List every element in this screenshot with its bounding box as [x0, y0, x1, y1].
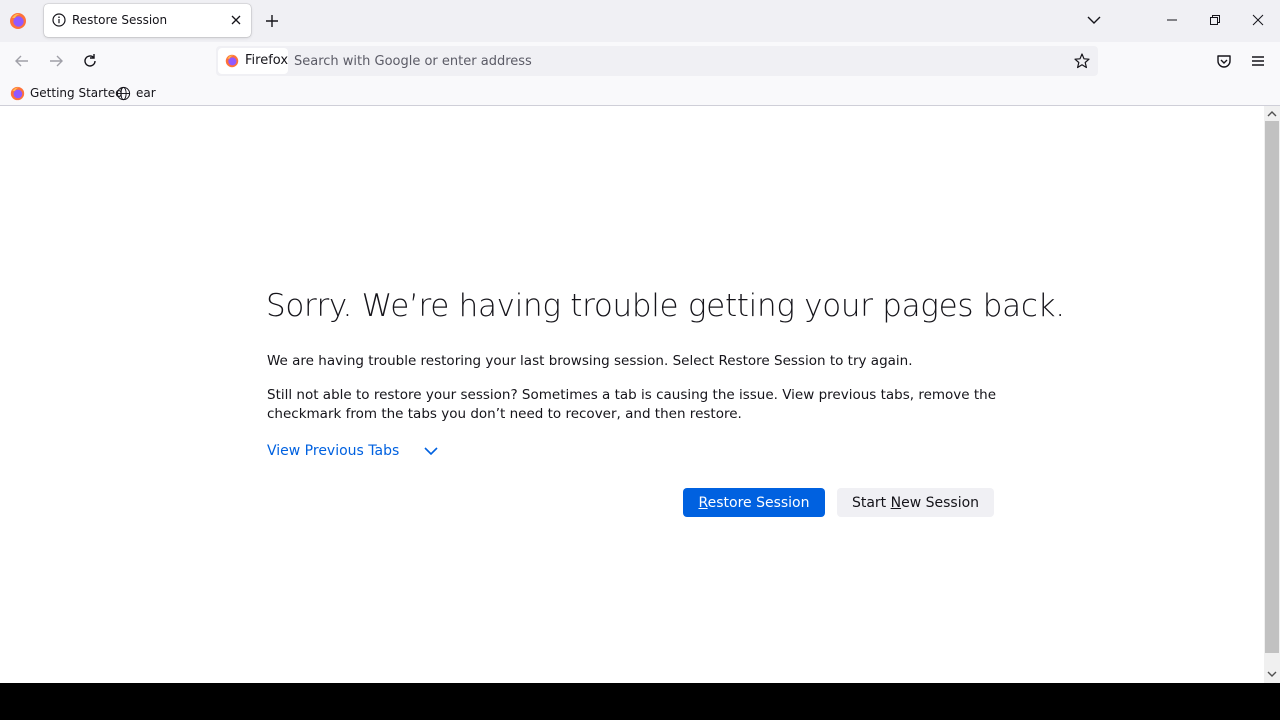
button-label: ew Session	[901, 494, 980, 511]
error-help-text: Still not able to restore your session? …	[267, 387, 997, 422]
scrollbar-thumb[interactable]	[1265, 121, 1279, 653]
bookmark-label: ear	[136, 86, 156, 100]
hamburger-menu-icon[interactable]	[1248, 51, 1268, 71]
window-close-icon[interactable]	[1248, 10, 1268, 30]
scroll-up-icon[interactable]	[1267, 109, 1277, 119]
close-icon[interactable]	[228, 12, 244, 28]
bookmark-label: Getting Started	[30, 86, 123, 100]
bookmark-ear[interactable]: ear	[116, 84, 156, 102]
tab-strip: Restore Session	[0, 0, 1280, 42]
tab-title: Restore Session	[72, 13, 168, 27]
vertical-scrollbar[interactable]	[1264, 106, 1280, 683]
page-content: Sorry. We’re having trouble getting your…	[0, 106, 1264, 683]
accesskey-letter: R	[698, 494, 708, 511]
bookmarks-toolbar: Getting Started ear	[0, 80, 1280, 106]
star-icon[interactable]	[1073, 52, 1091, 70]
tab-restore-session[interactable]: Restore Session	[44, 4, 251, 37]
button-label-prefix: Start	[851, 494, 891, 511]
address-bar[interactable]: Firefox	[216, 46, 1098, 76]
pocket-icon[interactable]	[1214, 51, 1234, 71]
url-input[interactable]	[294, 46, 1054, 76]
back-arrow-icon[interactable]	[12, 51, 32, 71]
identity-box[interactable]: Firefox	[218, 48, 288, 74]
accesskey-letter: N	[890, 494, 902, 511]
globe-icon	[116, 86, 131, 101]
info-icon	[52, 13, 66, 27]
plus-icon[interactable]	[262, 11, 282, 31]
bookmark-getting-started[interactable]: Getting Started	[10, 84, 123, 102]
chevron-down-icon	[423, 443, 439, 459]
reload-icon[interactable]	[80, 51, 100, 71]
firefox-icon	[10, 86, 25, 101]
firefox-icon	[225, 54, 239, 68]
forward-arrow-icon[interactable]	[46, 51, 66, 71]
start-new-session-button[interactable]: Start New Session	[837, 488, 994, 517]
navigation-toolbar: Firefox	[0, 42, 1280, 80]
view-previous-tabs-label: View Previous Tabs	[267, 443, 400, 459]
error-description: We are having trouble restoring your las…	[267, 353, 913, 369]
button-label: estore Session	[707, 494, 810, 511]
restore-window-icon[interactable]	[1205, 10, 1225, 30]
page-title: Sorry. We’re having trouble getting your…	[266, 288, 1065, 324]
taskbar-area	[0, 683, 1280, 720]
minimize-icon[interactable]	[1162, 10, 1182, 30]
view-previous-tabs-toggle[interactable]: View Previous Tabs	[267, 443, 439, 459]
restore-session-button[interactable]: Restore Session	[683, 488, 825, 517]
scroll-down-icon[interactable]	[1267, 669, 1277, 679]
chevron-down-icon[interactable]	[1084, 10, 1104, 30]
firefox-icon[interactable]	[9, 12, 27, 30]
identity-label: Firefox	[245, 53, 289, 68]
